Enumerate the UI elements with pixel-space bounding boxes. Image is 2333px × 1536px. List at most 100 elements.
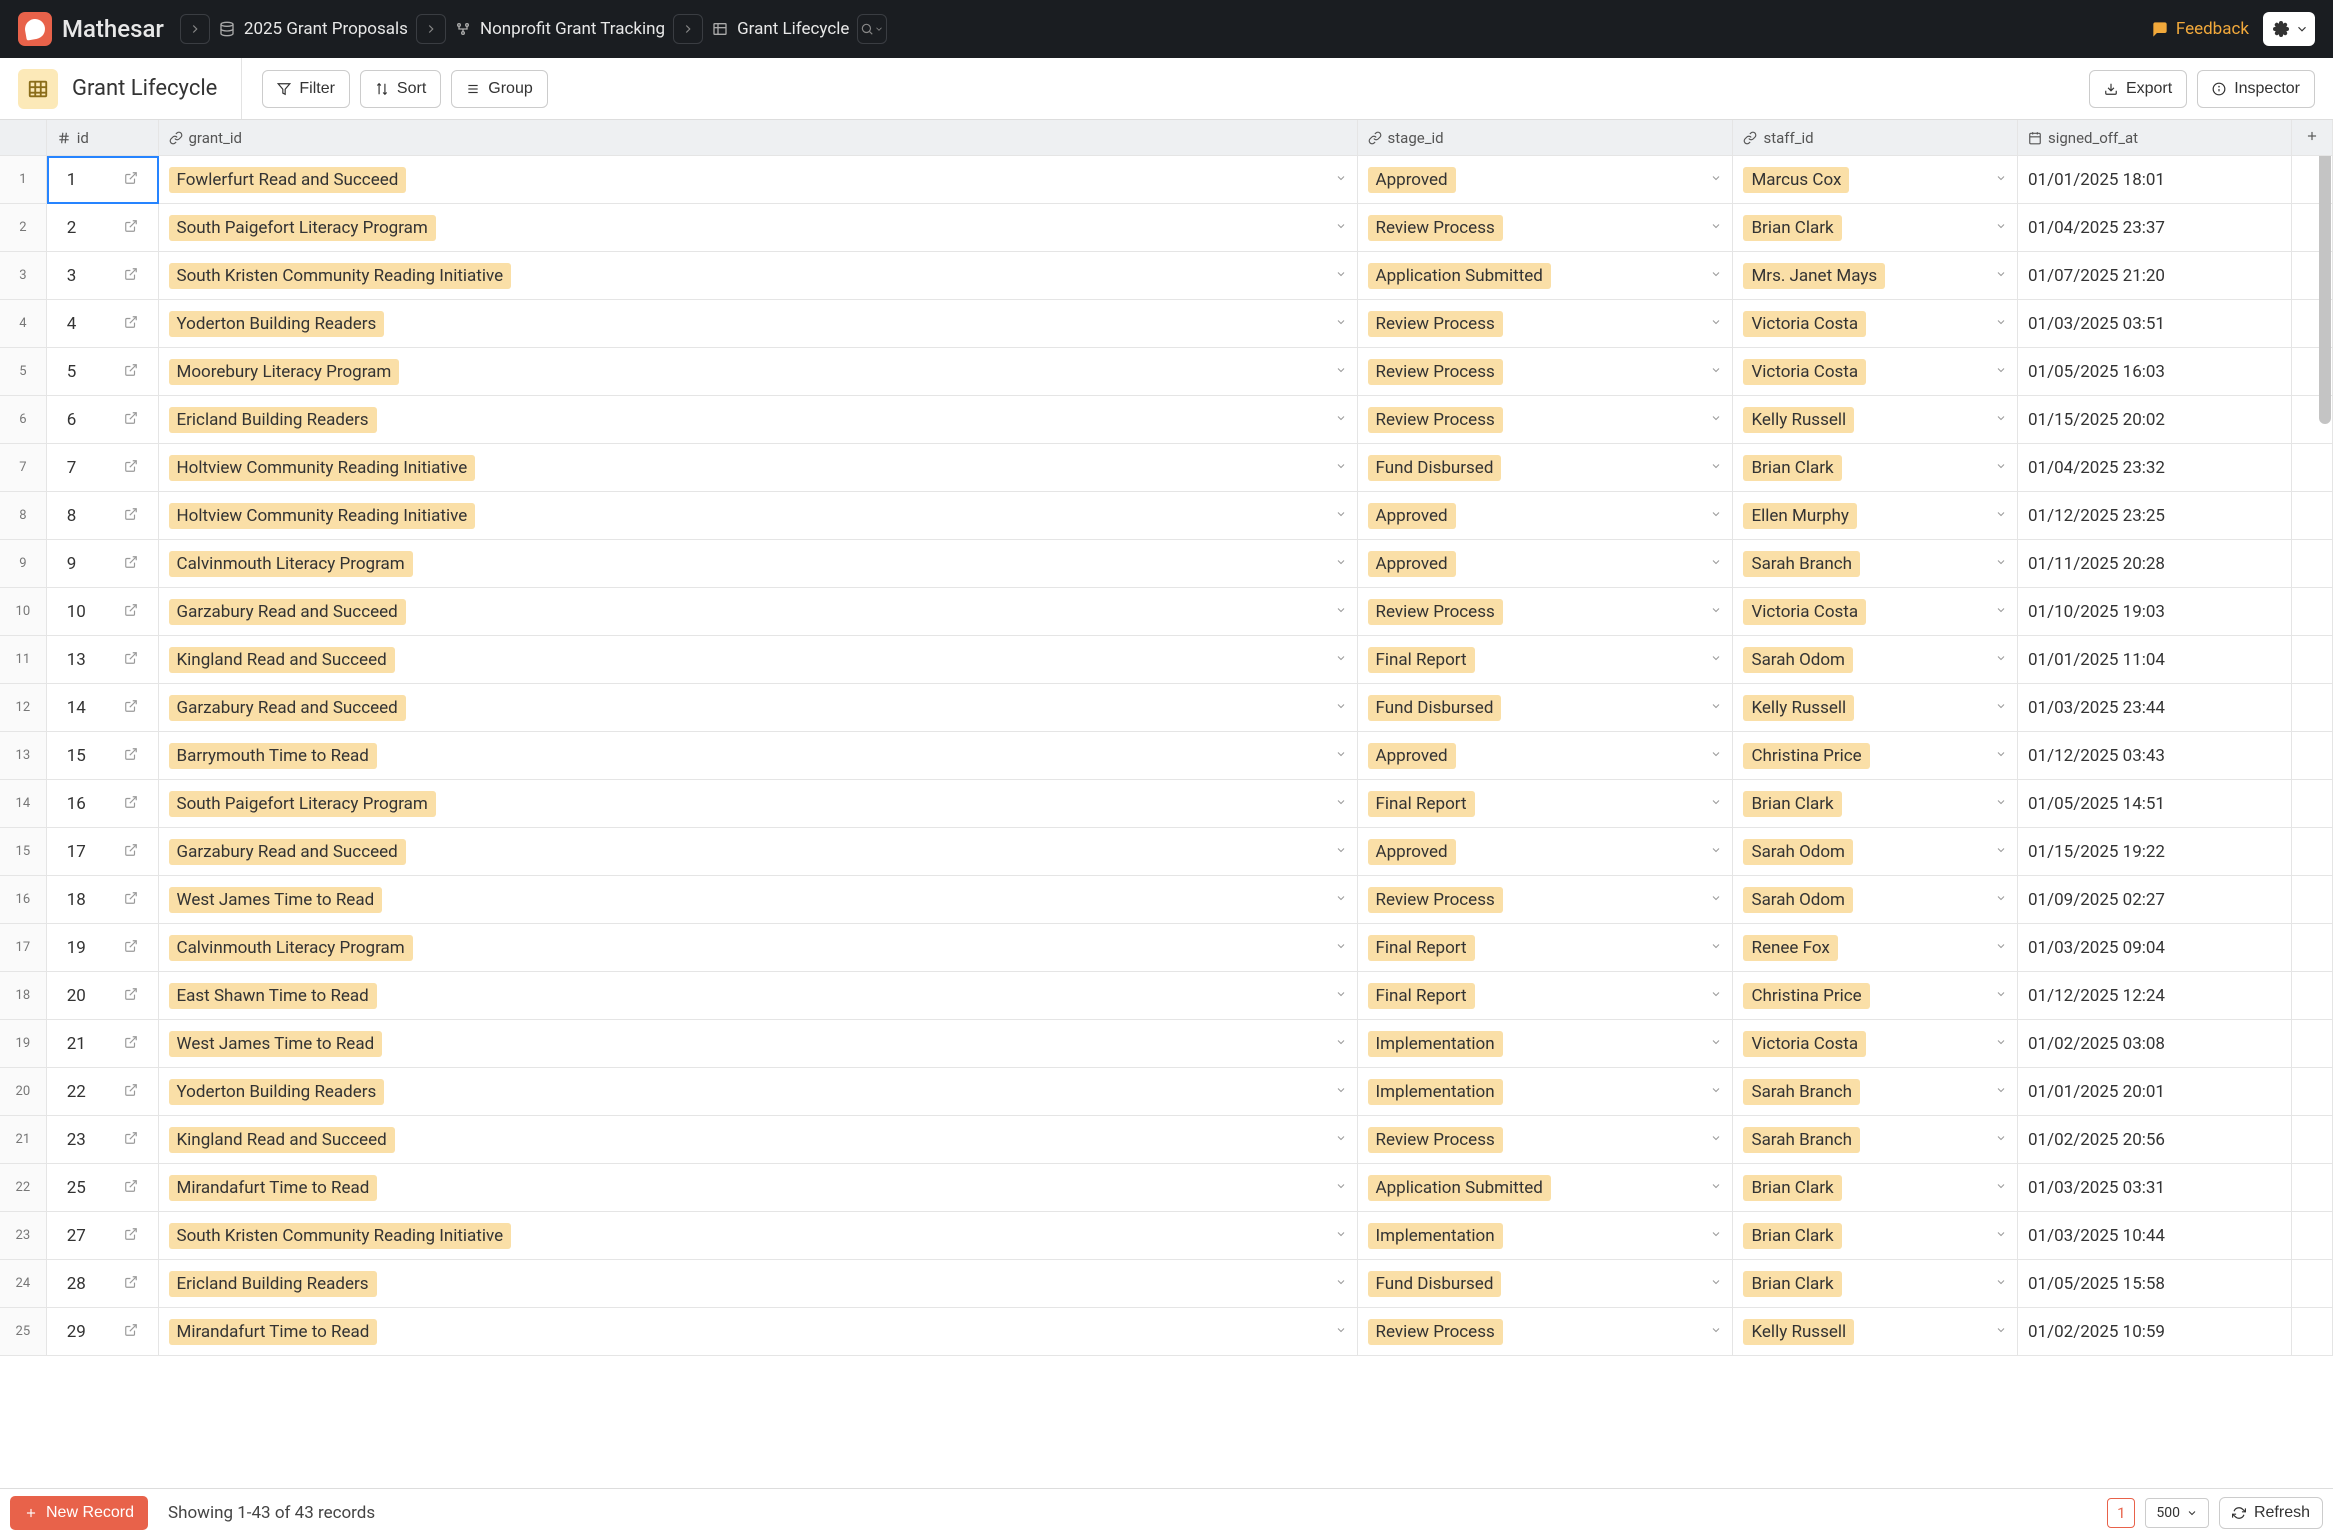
chevron-down-icon[interactable]	[1335, 459, 1347, 477]
chevron-down-icon[interactable]	[1335, 1323, 1347, 1341]
breadcrumb-table[interactable]: Grant Lifecycle	[711, 19, 849, 39]
grant-pill[interactable]: Barrymouth Time to Read	[169, 743, 377, 769]
staff-cell[interactable]: Ellen Murphy	[1733, 492, 2018, 540]
chevron-down-icon[interactable]	[1995, 843, 2007, 861]
stage-pill[interactable]: Final Report	[1368, 647, 1475, 673]
grant-cell[interactable]: Fowlerfurt Read and Succeed	[159, 156, 1358, 204]
signed-cell[interactable]: 01/11/2025 20:28	[2018, 540, 2292, 588]
stage-pill[interactable]: Final Report	[1368, 983, 1475, 1009]
table-row[interactable]: 1315Barrymouth Time to ReadApprovedChris…	[0, 732, 2333, 780]
chevron-down-icon[interactable]	[1995, 891, 2007, 909]
stage-cell[interactable]: Final Report	[1358, 972, 1734, 1020]
table-row[interactable]: 2428Ericland Building ReadersFund Disbur…	[0, 1260, 2333, 1308]
stage-cell[interactable]: Implementation	[1358, 1068, 1734, 1116]
grant-pill[interactable]: Calvinmouth Literacy Program	[169, 551, 413, 577]
signed-cell[interactable]: 01/05/2025 15:58	[2018, 1260, 2292, 1308]
signed-cell[interactable]: 01/09/2025 02:27	[2018, 876, 2292, 924]
open-record-icon[interactable]	[124, 699, 138, 717]
chevron-down-icon[interactable]	[1710, 363, 1722, 381]
id-cell[interactable]: 25	[47, 1164, 159, 1212]
row-number[interactable]: 25	[0, 1308, 47, 1356]
new-record-button[interactable]: New Record	[10, 1496, 148, 1530]
signed-cell[interactable]: 01/12/2025 03:43	[2018, 732, 2292, 780]
grant-pill[interactable]: Ericland Building Readers	[169, 407, 377, 433]
feedback-link[interactable]: Feedback	[2152, 19, 2249, 39]
staff-cell[interactable]: Sarah Odom	[1733, 636, 2018, 684]
stage-pill[interactable]: Application Submitted	[1368, 1175, 1551, 1201]
filter-button[interactable]: Filter	[262, 70, 350, 108]
row-number[interactable]: 22	[0, 1164, 47, 1212]
stage-cell[interactable]: Implementation	[1358, 1020, 1734, 1068]
logo[interactable]: Mathesar	[18, 12, 164, 46]
id-cell[interactable]: 6	[47, 396, 159, 444]
staff-cell[interactable]: Brian Clark	[1733, 1164, 2018, 1212]
open-record-icon[interactable]	[124, 219, 138, 237]
grant-pill[interactable]: East Shawn Time to Read	[169, 983, 377, 1009]
staff-cell[interactable]: Marcus Cox	[1733, 156, 2018, 204]
grant-pill[interactable]: Mirandafurt Time to Read	[169, 1175, 378, 1201]
table-row[interactable]: 1719Calvinmouth Literacy ProgramFinal Re…	[0, 924, 2333, 972]
grant-cell[interactable]: South Paigefort Literacy Program	[159, 780, 1358, 828]
grant-pill[interactable]: South Kristen Community Reading Initiati…	[169, 1223, 512, 1249]
stage-cell[interactable]: Review Process	[1358, 348, 1734, 396]
chevron-down-icon[interactable]	[1710, 603, 1722, 621]
stage-pill[interactable]: Implementation	[1368, 1223, 1503, 1249]
breadcrumb-schema[interactable]: Nonprofit Grant Tracking	[454, 19, 665, 39]
breadcrumb-chevron[interactable]	[180, 14, 210, 44]
chevron-down-icon[interactable]	[1335, 603, 1347, 621]
id-cell[interactable]: 19	[47, 924, 159, 972]
table-row[interactable]: 2529Mirandafurt Time to ReadReview Proce…	[0, 1308, 2333, 1356]
chevron-down-icon[interactable]	[1710, 699, 1722, 717]
table-row[interactable]: 1618West James Time to ReadReview Proces…	[0, 876, 2333, 924]
stage-cell[interactable]: Fund Disbursed	[1358, 1260, 1734, 1308]
table-row[interactable]: 1010Garzabury Read and SucceedReview Pro…	[0, 588, 2333, 636]
stage-cell[interactable]: Review Process	[1358, 204, 1734, 252]
signed-cell[interactable]: 01/15/2025 19:22	[2018, 828, 2292, 876]
stage-cell[interactable]: Approved	[1358, 492, 1734, 540]
group-button[interactable]: Group	[451, 70, 547, 108]
id-cell[interactable]: 1	[47, 156, 159, 204]
grant-cell[interactable]: West James Time to Read	[159, 1020, 1358, 1068]
stage-cell[interactable]: Review Process	[1358, 1308, 1734, 1356]
staff-pill[interactable]: Renee Fox	[1743, 935, 1837, 961]
chevron-down-icon[interactable]	[1995, 171, 2007, 189]
staff-cell[interactable]: Victoria Costa	[1733, 1020, 2018, 1068]
table-row[interactable]: 2123Kingland Read and SucceedReview Proc…	[0, 1116, 2333, 1164]
chevron-down-icon[interactable]	[1710, 555, 1722, 573]
row-number[interactable]: 13	[0, 732, 47, 780]
stage-pill[interactable]: Review Process	[1368, 215, 1503, 241]
chevron-down-icon[interactable]	[1710, 987, 1722, 1005]
chevron-down-icon[interactable]	[1335, 939, 1347, 957]
row-number[interactable]: 10	[0, 588, 47, 636]
open-record-icon[interactable]	[124, 1179, 138, 1197]
grant-pill[interactable]: Garzabury Read and Succeed	[169, 695, 406, 721]
stage-cell[interactable]: Fund Disbursed	[1358, 444, 1734, 492]
id-cell[interactable]: 14	[47, 684, 159, 732]
signed-cell[interactable]: 01/01/2025 20:01	[2018, 1068, 2292, 1116]
table-row[interactable]: 11Fowlerfurt Read and SucceedApprovedMar…	[0, 156, 2333, 204]
staff-pill[interactable]: Christina Price	[1743, 743, 1869, 769]
id-cell[interactable]: 16	[47, 780, 159, 828]
id-cell[interactable]: 10	[47, 588, 159, 636]
staff-pill[interactable]: Kelly Russell	[1743, 1319, 1854, 1345]
table-row[interactable]: 55Moorebury Literacy ProgramReview Proce…	[0, 348, 2333, 396]
signed-cell[interactable]: 01/03/2025 09:04	[2018, 924, 2292, 972]
staff-pill[interactable]: Sarah Odom	[1743, 839, 1852, 865]
grant-cell[interactable]: Mirandafurt Time to Read	[159, 1164, 1358, 1212]
table-container[interactable]: id grant_id stage_id staff_id signed_off…	[0, 120, 2333, 1488]
stage-pill[interactable]: Fund Disbursed	[1368, 455, 1502, 481]
staff-pill[interactable]: Sarah Branch	[1743, 1079, 1860, 1105]
stage-pill[interactable]: Review Process	[1368, 311, 1503, 337]
table-row[interactable]: 88Holtview Community Reading InitiativeA…	[0, 492, 2333, 540]
chevron-down-icon[interactable]	[1335, 171, 1347, 189]
staff-pill[interactable]: Kelly Russell	[1743, 695, 1854, 721]
table-row[interactable]: 2327South Kristen Community Reading Init…	[0, 1212, 2333, 1260]
row-number[interactable]: 5	[0, 348, 47, 396]
staff-pill[interactable]: Victoria Costa	[1743, 311, 1866, 337]
column-header-signed[interactable]: signed_off_at	[2018, 120, 2292, 156]
stage-cell[interactable]: Approved	[1358, 732, 1734, 780]
signed-cell[interactable]: 01/01/2025 18:01	[2018, 156, 2292, 204]
grant-cell[interactable]: Mirandafurt Time to Read	[159, 1308, 1358, 1356]
staff-cell[interactable]: Mrs. Janet Mays	[1733, 252, 2018, 300]
grant-cell[interactable]: South Paigefort Literacy Program	[159, 204, 1358, 252]
